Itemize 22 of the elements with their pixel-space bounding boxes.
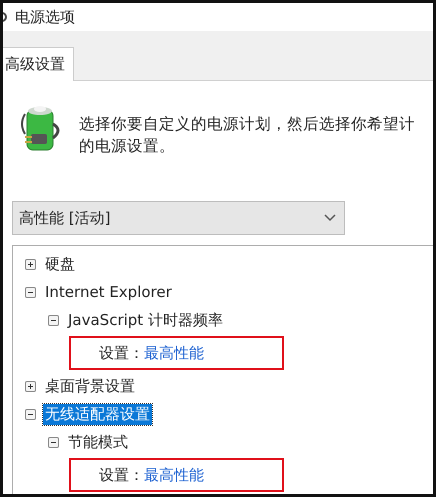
tree-item[interactable]: JavaScript 计时器频率 [66, 310, 225, 330]
collapse-icon[interactable] [48, 314, 59, 326]
tree-item[interactable]: 无线适配器设置 [43, 404, 152, 424]
tree-item[interactable]: 硬盘 [43, 254, 77, 274]
collapse-icon[interactable] [25, 408, 36, 420]
tree-item[interactable]: 桌面背景设置 [43, 376, 137, 396]
tree-item[interactable]: 节能模式 [66, 432, 130, 452]
expand-icon[interactable] [25, 380, 36, 392]
window-title: 电源选项 [15, 8, 75, 26]
setting-label: 设置： [99, 344, 144, 362]
expand-icon[interactable] [25, 258, 36, 270]
setting-value-link[interactable]: 最高性能 [144, 466, 204, 484]
tab[interactable]: 高级设置 [3, 47, 74, 81]
description-line: 的电源设置。 [79, 136, 175, 157]
setting-label: 设置： [99, 466, 144, 484]
plan-dropdown[interactable]: 高性能 [活动] [12, 201, 345, 235]
description-line: 选择你要自定义的电源计划，然后选择你希望计 [79, 114, 415, 135]
setting-value-link[interactable]: 最高性能 [144, 344, 204, 362]
chevron-down-icon [324, 214, 336, 222]
collapse-icon[interactable] [25, 286, 36, 298]
collapse-icon[interactable] [48, 436, 59, 448]
tree-item[interactable]: Internet Explorer [43, 282, 174, 302]
